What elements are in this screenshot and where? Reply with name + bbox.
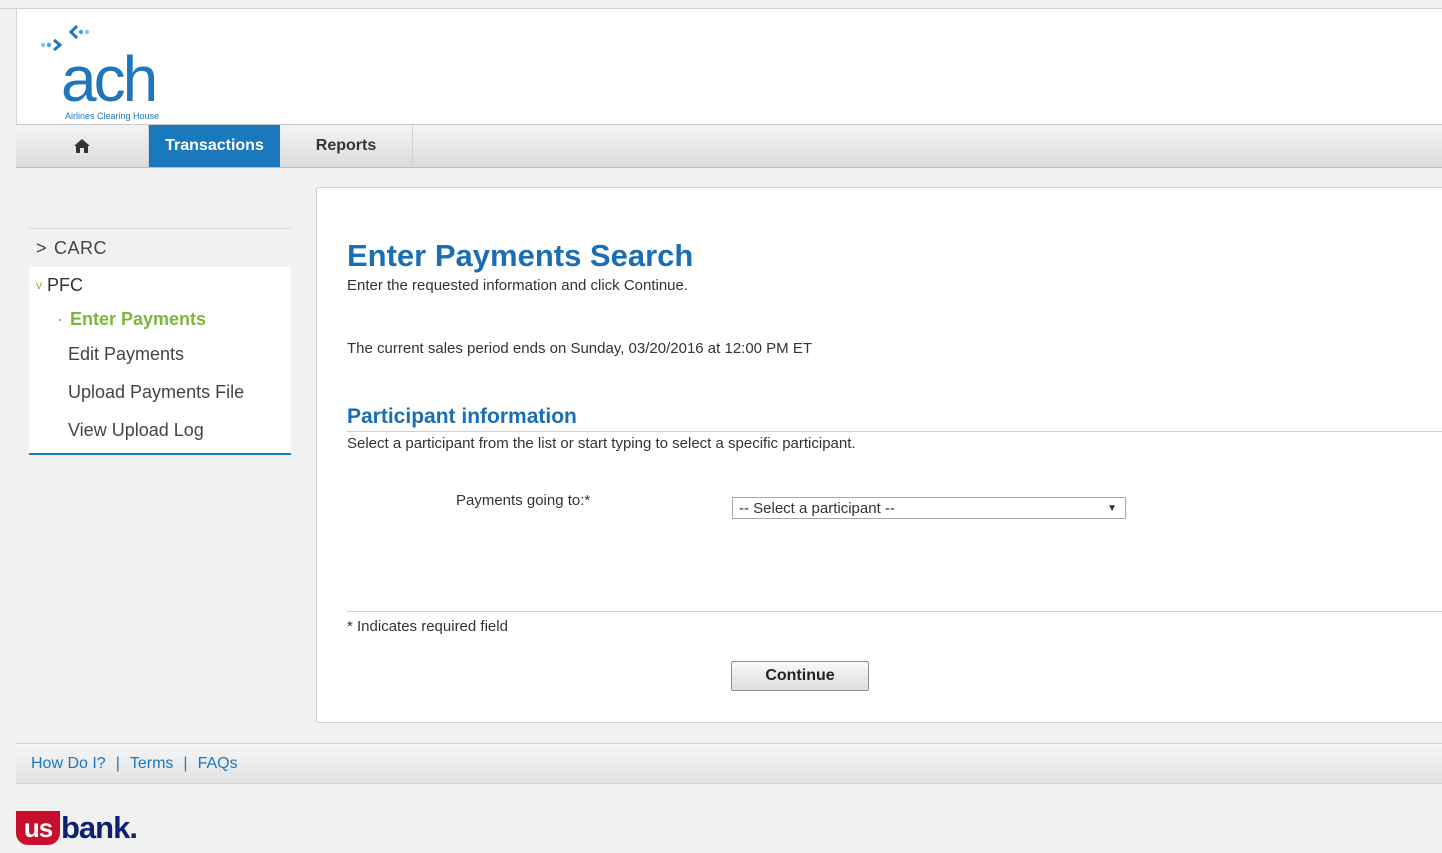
sidebar-item-pfc[interactable]: v PFC <box>29 267 291 303</box>
usbank-wordmark: bank. <box>61 810 138 846</box>
section-description: Select a participant from the list or st… <box>347 435 856 452</box>
chevron-right-icon: > <box>36 237 48 258</box>
sidebar: > CARC v PFC · Enter Payments Edit Payme… <box>29 228 291 455</box>
form-divider <box>347 611 1442 612</box>
sidebar-item-label: PFC <box>47 274 83 295</box>
caret-down-icon: ▼ <box>1107 502 1117 514</box>
sidebar-item-carc[interactable]: > CARC <box>29 229 291 267</box>
nav-home-button[interactable] <box>16 125 149 167</box>
continue-button[interactable]: Continue <box>731 661 869 691</box>
sidebar-item-label: CARC <box>54 237 108 258</box>
chevron-down-icon: v <box>36 278 42 292</box>
ach-logo[interactable]: ach Airlines Clearing House <box>27 19 187 121</box>
footer-link-how-do-i[interactable]: How Do I? <box>31 755 106 773</box>
usbank-word: bank <box>61 810 130 845</box>
logo-tagline: Airlines Clearing House <box>65 111 160 121</box>
page-subtitle: Enter the requested information and clic… <box>347 277 689 294</box>
tab-reports[interactable]: Reports <box>280 125 413 167</box>
participant-select-value: -- Select a participant -- <box>739 499 895 517</box>
footer-link-terms[interactable]: Terms <box>130 755 174 773</box>
footer-separator: | <box>183 754 188 772</box>
home-icon <box>74 139 90 153</box>
sidebar-item-enter-payments[interactable]: · Enter Payments <box>29 303 291 335</box>
tab-transactions[interactable]: Transactions <box>149 125 280 167</box>
payments-going-to-label: Payments going to:* <box>456 492 591 509</box>
footer-separator: | <box>115 754 120 772</box>
footer: How Do I? | Terms | FAQs <box>16 743 1442 784</box>
sidebar-group-pfc: v PFC · Enter Payments Edit Payments Upl… <box>29 267 291 455</box>
footer-link-faqs[interactable]: FAQs <box>198 755 238 773</box>
logo-wordmark: ach <box>61 43 158 115</box>
main-nav: Transactions Reports <box>16 124 1442 168</box>
content-panel: Enter Payments Search Enter the requeste… <box>316 187 1442 723</box>
required-field-note: * Indicates required field <box>347 618 508 635</box>
header: ach Airlines Clearing House <box>16 9 1442 124</box>
sidebar-item-upload-payments-file[interactable]: Upload Payments File <box>29 373 291 411</box>
participant-select[interactable]: -- Select a participant -- ▼ <box>732 497 1126 519</box>
sidebar-item-view-upload-log[interactable]: View Upload Log <box>29 411 291 449</box>
usbank-period: . <box>129 810 138 845</box>
usbank-shield: us <box>16 811 60 845</box>
page-title: Enter Payments Search <box>347 238 694 273</box>
usbank-logo: us bank. <box>16 808 138 848</box>
section-divider <box>347 431 1442 432</box>
sales-period-text: The current sales period ends on Sunday,… <box>347 340 813 357</box>
bullet-icon: · <box>57 308 63 329</box>
section-title: Participant information <box>347 405 577 428</box>
sidebar-item-edit-payments[interactable]: Edit Payments <box>29 335 291 373</box>
sidebar-item-label: Enter Payments <box>70 308 207 329</box>
